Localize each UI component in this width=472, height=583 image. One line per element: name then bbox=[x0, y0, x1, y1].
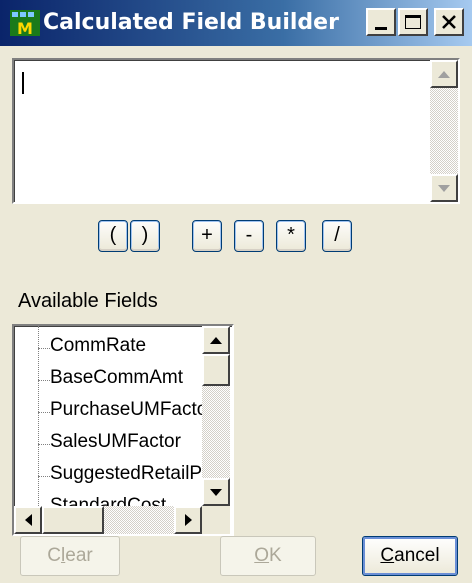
tree-item-label: SalesUMFactor bbox=[50, 431, 181, 452]
text-caret bbox=[22, 72, 24, 94]
tree-item[interactable]: BaseCommAmt bbox=[38, 366, 204, 394]
close-paren-button[interactable]: ) bbox=[130, 220, 160, 252]
fields-vertical-thumb[interactable] bbox=[202, 354, 230, 386]
fields-scroll-down-button[interactable] bbox=[202, 478, 230, 506]
tree-item[interactable]: SuggestedRetailPrice bbox=[38, 462, 204, 490]
tree-item[interactable]: CommRate bbox=[38, 334, 204, 362]
ok-button[interactable]: OK bbox=[220, 536, 316, 576]
fields-scroll-up-button[interactable] bbox=[202, 326, 230, 354]
clear-button[interactable]: Clear bbox=[20, 536, 120, 576]
arrow-up-icon bbox=[438, 70, 450, 78]
fields-vertical-scrollbar[interactable] bbox=[202, 326, 230, 506]
window-title: Calculated Field Builder bbox=[43, 10, 339, 35]
scroll-down-button[interactable] bbox=[430, 174, 458, 202]
tree-item-label: BaseCommAmt bbox=[50, 367, 184, 388]
tree-item[interactable]: PurchaseUMFactor bbox=[38, 398, 204, 426]
maximize-icon bbox=[405, 15, 421, 29]
available-fields-tree[interactable]: CommRate BaseCommAmt PurchaseUMFactor Sa… bbox=[12, 324, 234, 536]
svg-text:M: M bbox=[17, 19, 33, 38]
minus-button[interactable]: - bbox=[234, 220, 264, 252]
expression-textarea[interactable] bbox=[12, 58, 460, 204]
tree-viewport: CommRate BaseCommAmt PurchaseUMFactor Sa… bbox=[14, 326, 204, 506]
tree-item-label: PurchaseUMFactor bbox=[50, 399, 204, 420]
minimize-icon bbox=[375, 26, 387, 30]
tree-item-label: CommRate bbox=[50, 335, 147, 356]
arrow-right-icon bbox=[184, 514, 192, 526]
arrow-left-icon bbox=[24, 514, 32, 526]
fields-horizontal-scrollbar[interactable] bbox=[14, 506, 202, 534]
tree-item[interactable]: SalesUMFactor bbox=[38, 430, 204, 458]
arrow-down-icon bbox=[438, 184, 450, 192]
open-paren-button[interactable]: ( bbox=[98, 220, 128, 252]
tree-item-label: StandardCost bbox=[50, 495, 167, 506]
scrollbar-corner bbox=[202, 506, 230, 534]
app-icon: M bbox=[10, 10, 40, 38]
maximize-button[interactable] bbox=[398, 8, 428, 36]
expression-vertical-scrollbar[interactable] bbox=[430, 60, 458, 202]
cancel-button[interactable]: Cancel bbox=[362, 536, 458, 576]
close-icon bbox=[442, 15, 456, 29]
title-bar[interactable]: M Calculated Field Builder bbox=[0, 0, 472, 46]
close-button[interactable] bbox=[434, 8, 464, 36]
calculated-field-builder-window: M Calculated Field Builder ( ) + - * / A… bbox=[0, 0, 472, 583]
fields-scroll-left-button[interactable] bbox=[14, 506, 42, 534]
fields-horizontal-thumb[interactable] bbox=[42, 506, 104, 534]
multiply-button[interactable]: * bbox=[276, 220, 306, 252]
minimize-button[interactable] bbox=[366, 8, 396, 36]
plus-button[interactable]: + bbox=[192, 220, 222, 252]
divide-button[interactable]: / bbox=[322, 220, 352, 252]
arrow-down-icon bbox=[210, 488, 222, 496]
available-fields-label: Available Fields bbox=[18, 290, 158, 312]
tree-item[interactable]: StandardCost bbox=[38, 494, 204, 506]
scroll-up-button[interactable] bbox=[430, 60, 458, 88]
tree-item-label: SuggestedRetailPrice bbox=[50, 463, 204, 484]
fields-scroll-right-button[interactable] bbox=[174, 506, 202, 534]
arrow-up-icon bbox=[210, 336, 222, 344]
